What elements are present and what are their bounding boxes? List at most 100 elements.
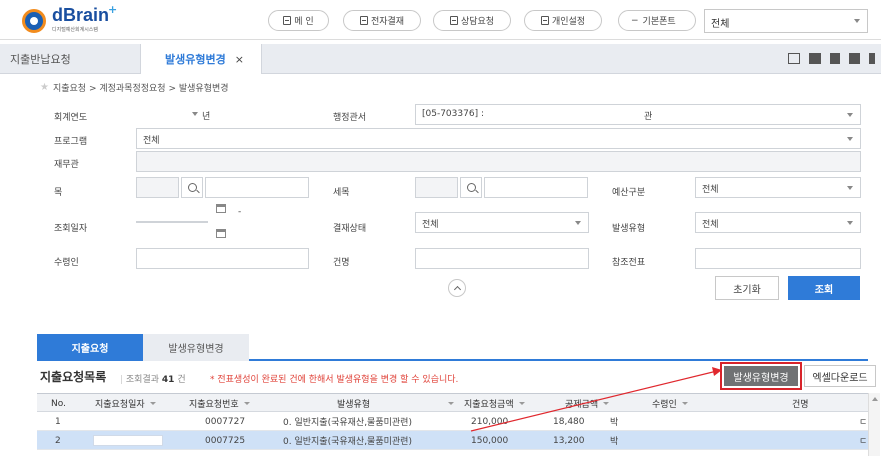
chevron-down-icon bbox=[847, 221, 853, 225]
chevron-down-icon bbox=[847, 113, 853, 117]
list-title: 지출요청목록 bbox=[40, 370, 107, 384]
table-header: No. 지출요청일자 지출요청번호 발생유형 지출요청금액 공제금액 수령인 건… bbox=[37, 393, 868, 412]
table-row[interactable]: 1 0007727 0. 일반지출(국유재산,물품미관련) 210,000 18… bbox=[37, 412, 868, 431]
occurrence-type-select[interactable]: 전체 bbox=[695, 212, 861, 233]
office-select[interactable]: [05-703376] : 관 bbox=[415, 104, 861, 125]
program-label: 프로그램 bbox=[54, 137, 88, 147]
budget-type-value: 전체 bbox=[702, 185, 719, 195]
result-count-value: 41 bbox=[161, 375, 175, 385]
cell-request-amount: 210,000 bbox=[471, 416, 509, 427]
col-payee[interactable]: 수령인 bbox=[652, 394, 688, 413]
e-approval-button[interactable]: 전자결재 bbox=[343, 10, 421, 31]
occurrence-type-change-button[interactable]: 발생유형변경 bbox=[724, 366, 798, 386]
approval-status-label: 결재상태 bbox=[333, 224, 367, 234]
layout-toolbar bbox=[788, 53, 875, 64]
item-search-button[interactable] bbox=[181, 177, 203, 198]
clipboard-icon bbox=[283, 16, 292, 25]
sort-icon bbox=[448, 402, 454, 405]
reset-button[interactable]: 초기화 bbox=[715, 276, 779, 300]
main-button-label: 메 인 bbox=[294, 17, 314, 27]
consult-request-button[interactable]: 상담요청 bbox=[433, 10, 511, 31]
excel-download-button[interactable]: 엑셀다운로드 bbox=[804, 365, 876, 387]
calendar-icon[interactable] bbox=[216, 204, 226, 213]
subtab-expenditure-request[interactable]: 지출요청 bbox=[37, 334, 143, 361]
sort-icon bbox=[149, 402, 156, 405]
approval-status-select[interactable]: 전체 bbox=[415, 212, 589, 233]
cell-subject: ㄷ bbox=[859, 437, 868, 447]
layout-columns-icon[interactable] bbox=[830, 53, 840, 64]
cell-request-number: 0007727 bbox=[205, 416, 246, 427]
cell-request-date bbox=[93, 431, 163, 450]
cell-payee: 박 bbox=[610, 437, 619, 447]
budget-type-select[interactable]: 전체 bbox=[695, 177, 861, 198]
logo-text: dBrain bbox=[52, 5, 110, 25]
item-label: 목 bbox=[54, 188, 63, 198]
col-request-date[interactable]: 지출요청일자 bbox=[95, 394, 156, 413]
sort-icon bbox=[681, 402, 688, 405]
layout-rows-icon[interactable] bbox=[849, 53, 860, 64]
budget-type-label: 예산구분 bbox=[612, 188, 646, 198]
detail-item-name-field[interactable] bbox=[484, 177, 588, 198]
layout-left-icon[interactable] bbox=[809, 53, 821, 64]
scroll-up-icon[interactable] bbox=[872, 397, 878, 401]
payee-field[interactable] bbox=[136, 248, 309, 269]
tab-label: 지출반납요청 bbox=[10, 53, 71, 66]
e-approval-button-label: 전자결재 bbox=[370, 17, 405, 27]
font-select-label: 기본폰트 bbox=[642, 17, 676, 27]
cell-occurrence-type: 0. 일반지출(국유재산,물품미관련) bbox=[283, 418, 412, 428]
item-name-field[interactable] bbox=[205, 177, 309, 198]
top-scope-value: 전체 bbox=[711, 19, 730, 30]
top-scope-select[interactable]: 전체 bbox=[704, 9, 868, 33]
layout-split-icon[interactable] bbox=[869, 53, 875, 64]
chevron-up-icon bbox=[453, 285, 461, 294]
subject-field[interactable] bbox=[415, 248, 589, 269]
font-select[interactable]: − 기본폰트 bbox=[618, 10, 696, 31]
personal-settings-button[interactable]: 개인설정 bbox=[524, 10, 602, 31]
col-no[interactable]: No. bbox=[51, 394, 66, 413]
close-icon[interactable]: × bbox=[235, 53, 244, 66]
tab-occurrence-type-change[interactable]: 발생유형변경 × bbox=[140, 44, 262, 74]
col-request-amount[interactable]: 지출요청금액 bbox=[464, 394, 525, 413]
occurrence-type-change-button-highlight: 발생유형변경 bbox=[720, 362, 802, 390]
table-scrollbar[interactable] bbox=[868, 393, 880, 456]
result-count: | 조회결과 41 건 bbox=[120, 375, 186, 385]
ref-voucher-field[interactable] bbox=[695, 248, 861, 269]
book-icon[interactable] bbox=[788, 53, 800, 64]
sort-icon bbox=[603, 402, 610, 405]
calendar-icon[interactable] bbox=[216, 229, 226, 238]
col-subject[interactable]: 건명 bbox=[792, 394, 809, 413]
col-label: 공제금액 bbox=[565, 400, 599, 410]
star-icon[interactable]: ★ bbox=[40, 82, 49, 93]
detail-item-code-field bbox=[415, 177, 458, 198]
result-suffix: 건 bbox=[177, 375, 186, 385]
table-row[interactable]: 2 0007725 0. 일반지출(국유재산,물품미관련) 150,000 13… bbox=[37, 431, 868, 450]
search-icon bbox=[466, 183, 476, 192]
chevron-down-icon bbox=[192, 112, 198, 116]
main-button[interactable]: 메 인 bbox=[268, 10, 329, 31]
cell-deduction: 18,480 bbox=[553, 416, 585, 427]
logo-plus: + bbox=[108, 3, 118, 16]
date-from-field[interactable] bbox=[136, 201, 208, 222]
office-value: [05-703376] : bbox=[422, 109, 484, 119]
date-label: 조회일자 bbox=[54, 224, 88, 234]
cell-request-amount: 150,000 bbox=[471, 435, 509, 446]
col-occurrence-type[interactable]: 발생유형 bbox=[337, 394, 370, 413]
detail-item-label: 세목 bbox=[333, 188, 350, 198]
date-to-field[interactable] bbox=[136, 222, 208, 243]
fiscal-year-unit: 년 bbox=[202, 112, 211, 122]
tab-expenditure-return[interactable]: 지출반납요청 bbox=[0, 44, 140, 74]
subtab-occurrence-type-change[interactable]: 발생유형변경 bbox=[143, 334, 249, 361]
chevron-down-icon bbox=[847, 137, 853, 141]
fiscal-year-select[interactable] bbox=[136, 104, 200, 125]
chevron-down-icon bbox=[847, 186, 853, 190]
occurrence-type-label: 발생유형 bbox=[612, 224, 646, 234]
detail-item-search-button[interactable] bbox=[460, 177, 482, 198]
col-request-number[interactable]: 지출요청번호 bbox=[189, 394, 250, 413]
collapse-search-button[interactable] bbox=[448, 279, 466, 297]
office-label: 행정관서 bbox=[333, 113, 367, 123]
subject-label: 건명 bbox=[333, 258, 350, 268]
dbrain-logo[interactable]: dBrain + 디지털예산회계시스템 bbox=[22, 3, 142, 35]
program-select[interactable]: 전체 bbox=[136, 128, 861, 149]
col-deduction[interactable]: 공제금액 bbox=[565, 394, 610, 413]
search-button[interactable]: 조회 bbox=[788, 276, 860, 300]
